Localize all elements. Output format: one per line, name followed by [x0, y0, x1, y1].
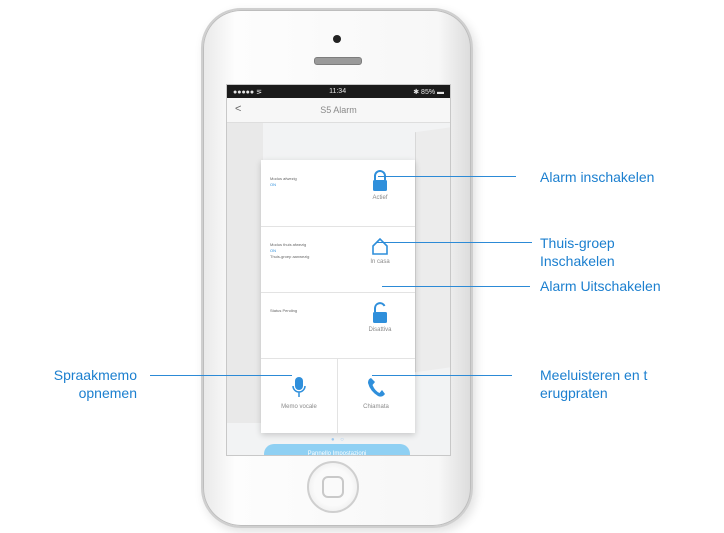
phone-frame: ●●●●● ⋝ 11:34 ✱ 85% ▬ < S5 Alarm Modus a…	[201, 8, 473, 528]
row-arm: Modus afwezig ON Actief	[261, 160, 415, 227]
home-icon	[372, 237, 388, 255]
arm-button[interactable]: Actief	[353, 170, 407, 201]
status-bar: ●●●●● ⋝ 11:34 ✱ 85% ▬	[227, 85, 450, 98]
callout-listen: Meeluisteren en t erugpraten	[540, 366, 647, 402]
callout-alarm-off: Alarm Uitschakelen	[540, 278, 661, 294]
callout-voice-memo-line1: Spraakmemo	[53, 367, 137, 383]
callout-line-voice-memo	[150, 375, 292, 376]
disarm-label: Disattiva	[368, 327, 392, 333]
home-arm-label: In casa	[370, 259, 390, 265]
bottom-actions: Memo vocale Chiamata	[261, 358, 415, 433]
arm-label: Actief	[372, 195, 388, 201]
callout-home-group-line2: Inschakelen	[540, 253, 615, 269]
callout-listen-line1: Meeluisteren en t	[540, 367, 648, 383]
phone-screen: ●●●●● ⋝ 11:34 ✱ 85% ▬ < S5 Alarm Modus a…	[226, 84, 451, 456]
lock-closed-icon	[373, 170, 387, 191]
voice-memo-button[interactable]: Memo vocale	[261, 358, 338, 433]
settings-button[interactable]: Pannello Impostazioni	[264, 444, 410, 455]
disarm-button[interactable]: Disattiva	[353, 302, 407, 333]
callout-line-home-group	[376, 242, 532, 243]
row-disarm-info: Status Pending	[270, 308, 297, 314]
clock: 11:34	[329, 88, 347, 95]
row-disarm-title: Status Pending	[270, 308, 298, 313]
callout-line-alarm-off	[382, 286, 530, 287]
callout-alarm-on: Alarm inschakelen	[540, 169, 655, 185]
voice-memo-label: Memo vocale	[281, 404, 317, 410]
row-home: Modus thuis afwezig ON Thuis-groep aanwe…	[261, 226, 415, 293]
callout-voice-memo-line2: opnemen	[78, 385, 137, 401]
app-title: S5 Alarm	[320, 105, 357, 115]
callout-line-listen	[372, 375, 512, 376]
call-label: Chiamata	[363, 404, 389, 410]
call-button[interactable]: Chiamata	[338, 358, 414, 433]
control-card: Modus afwezig ON Actief Modus thuis afwe…	[261, 160, 415, 433]
callout-home-group-line1: Thuis-groep	[540, 235, 615, 251]
carrier-signal: ●●●●● ⋝	[233, 88, 262, 96]
front-camera	[333, 35, 341, 43]
battery-indicator: ✱ 85% ▬	[413, 88, 444, 96]
background-fan-cards	[415, 125, 450, 373]
phone-icon	[368, 378, 385, 397]
earpiece-speaker	[314, 57, 362, 65]
callout-voice-memo: Spraakmemo opnemen	[12, 366, 137, 402]
microphone-icon	[292, 377, 306, 397]
lock-open-icon	[373, 302, 387, 323]
row-arm-info: Modus afwezig ON	[270, 176, 297, 188]
page-indicator: ● ○	[331, 437, 346, 443]
app-header: < S5 Alarm	[227, 98, 450, 123]
row-home-info: Modus thuis afwezig ON Thuis-groep aanwe…	[270, 242, 309, 260]
row-home-title2: Thuis-groep aanwezig	[270, 254, 310, 259]
callout-home-group: Thuis-groep Inschakelen	[540, 234, 615, 270]
callout-listen-line2: erugpraten	[540, 385, 608, 401]
home-button[interactable]	[307, 461, 359, 513]
background-panel	[227, 123, 263, 423]
row-arm-value: ON	[270, 182, 276, 187]
row-disarm: Status Pending Disattiva	[261, 292, 415, 359]
callout-line-alarm-on	[378, 176, 516, 177]
home-arm-button[interactable]: In casa	[353, 236, 407, 265]
